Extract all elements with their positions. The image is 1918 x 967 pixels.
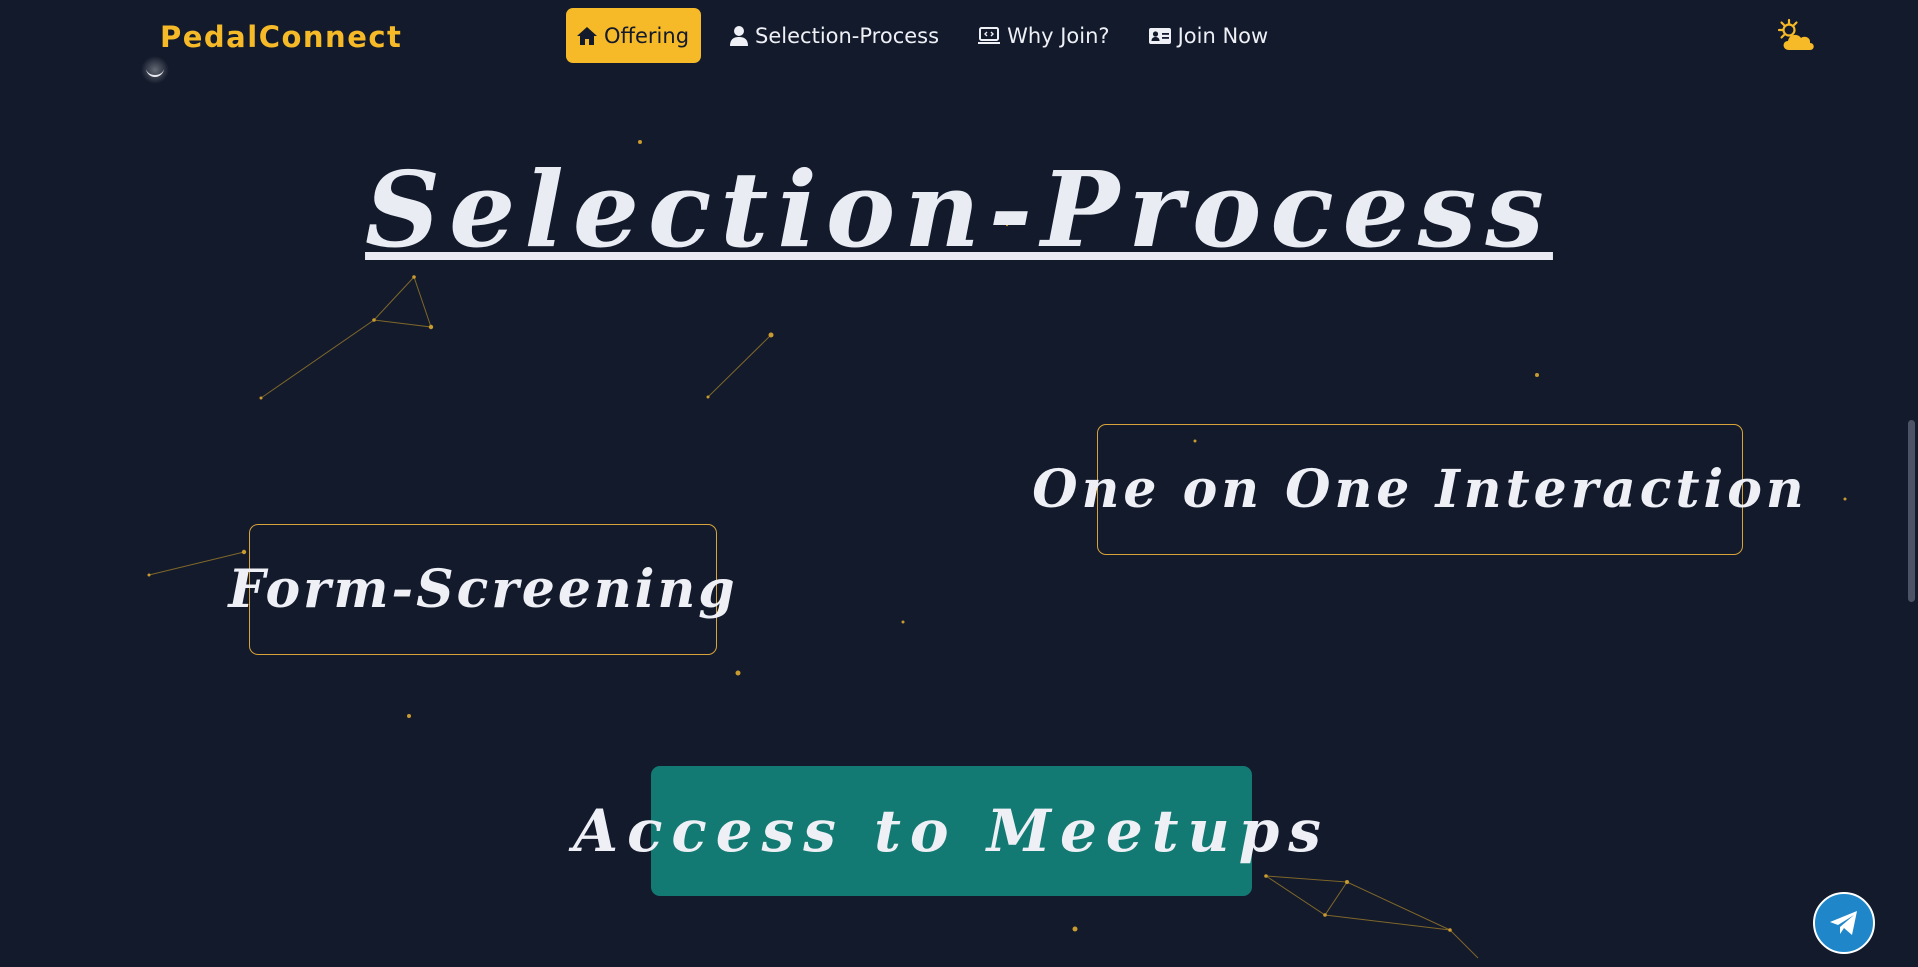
section-title: Selection-Process — [365, 148, 1553, 271]
nav-selection-process-label: Selection-Process — [755, 23, 940, 48]
page-scrollbar[interactable] — [1905, 0, 1918, 967]
crescent-moon-icon — [141, 56, 169, 84]
nav-selection-process[interactable]: Selection-Process — [719, 8, 949, 63]
sun-behind-cloud-icon[interactable] — [1775, 18, 1817, 56]
home-icon — [577, 26, 597, 45]
nav-offering-label: Offering — [604, 23, 690, 48]
user-icon — [730, 25, 749, 46]
main-nav: Offering Selection-Process Why Join? Joi… — [566, 8, 1296, 63]
section-title-wrap: Selection-Process — [0, 150, 1918, 270]
telegram-button[interactable] — [1813, 892, 1875, 954]
nav-join-now[interactable]: Join Now — [1138, 8, 1279, 63]
card-one-on-one-interaction: One on One Interaction — [1032, 424, 1804, 555]
nav-join-now-label: Join Now — [1177, 23, 1269, 48]
page: PedalConnect Offering Selection-Process … — [0, 0, 1918, 967]
card-access-to-meetups: Access to Meetups — [573, 766, 1321, 896]
card-form-screening: Form-Screening — [228, 524, 735, 655]
scrollbar-thumb[interactable] — [1908, 420, 1915, 602]
id-card-icon — [1148, 27, 1171, 44]
telegram-paper-plane-icon — [1830, 911, 1857, 935]
navbar: PedalConnect Offering Selection-Process … — [0, 0, 1918, 84]
nav-offering[interactable]: Offering — [566, 8, 702, 63]
nav-why-join[interactable]: Why Join? — [967, 8, 1120, 63]
brand-logo[interactable]: PedalConnect — [160, 20, 402, 54]
nav-why-join-label: Why Join? — [1007, 23, 1110, 48]
laptop-code-icon — [978, 26, 1001, 44]
